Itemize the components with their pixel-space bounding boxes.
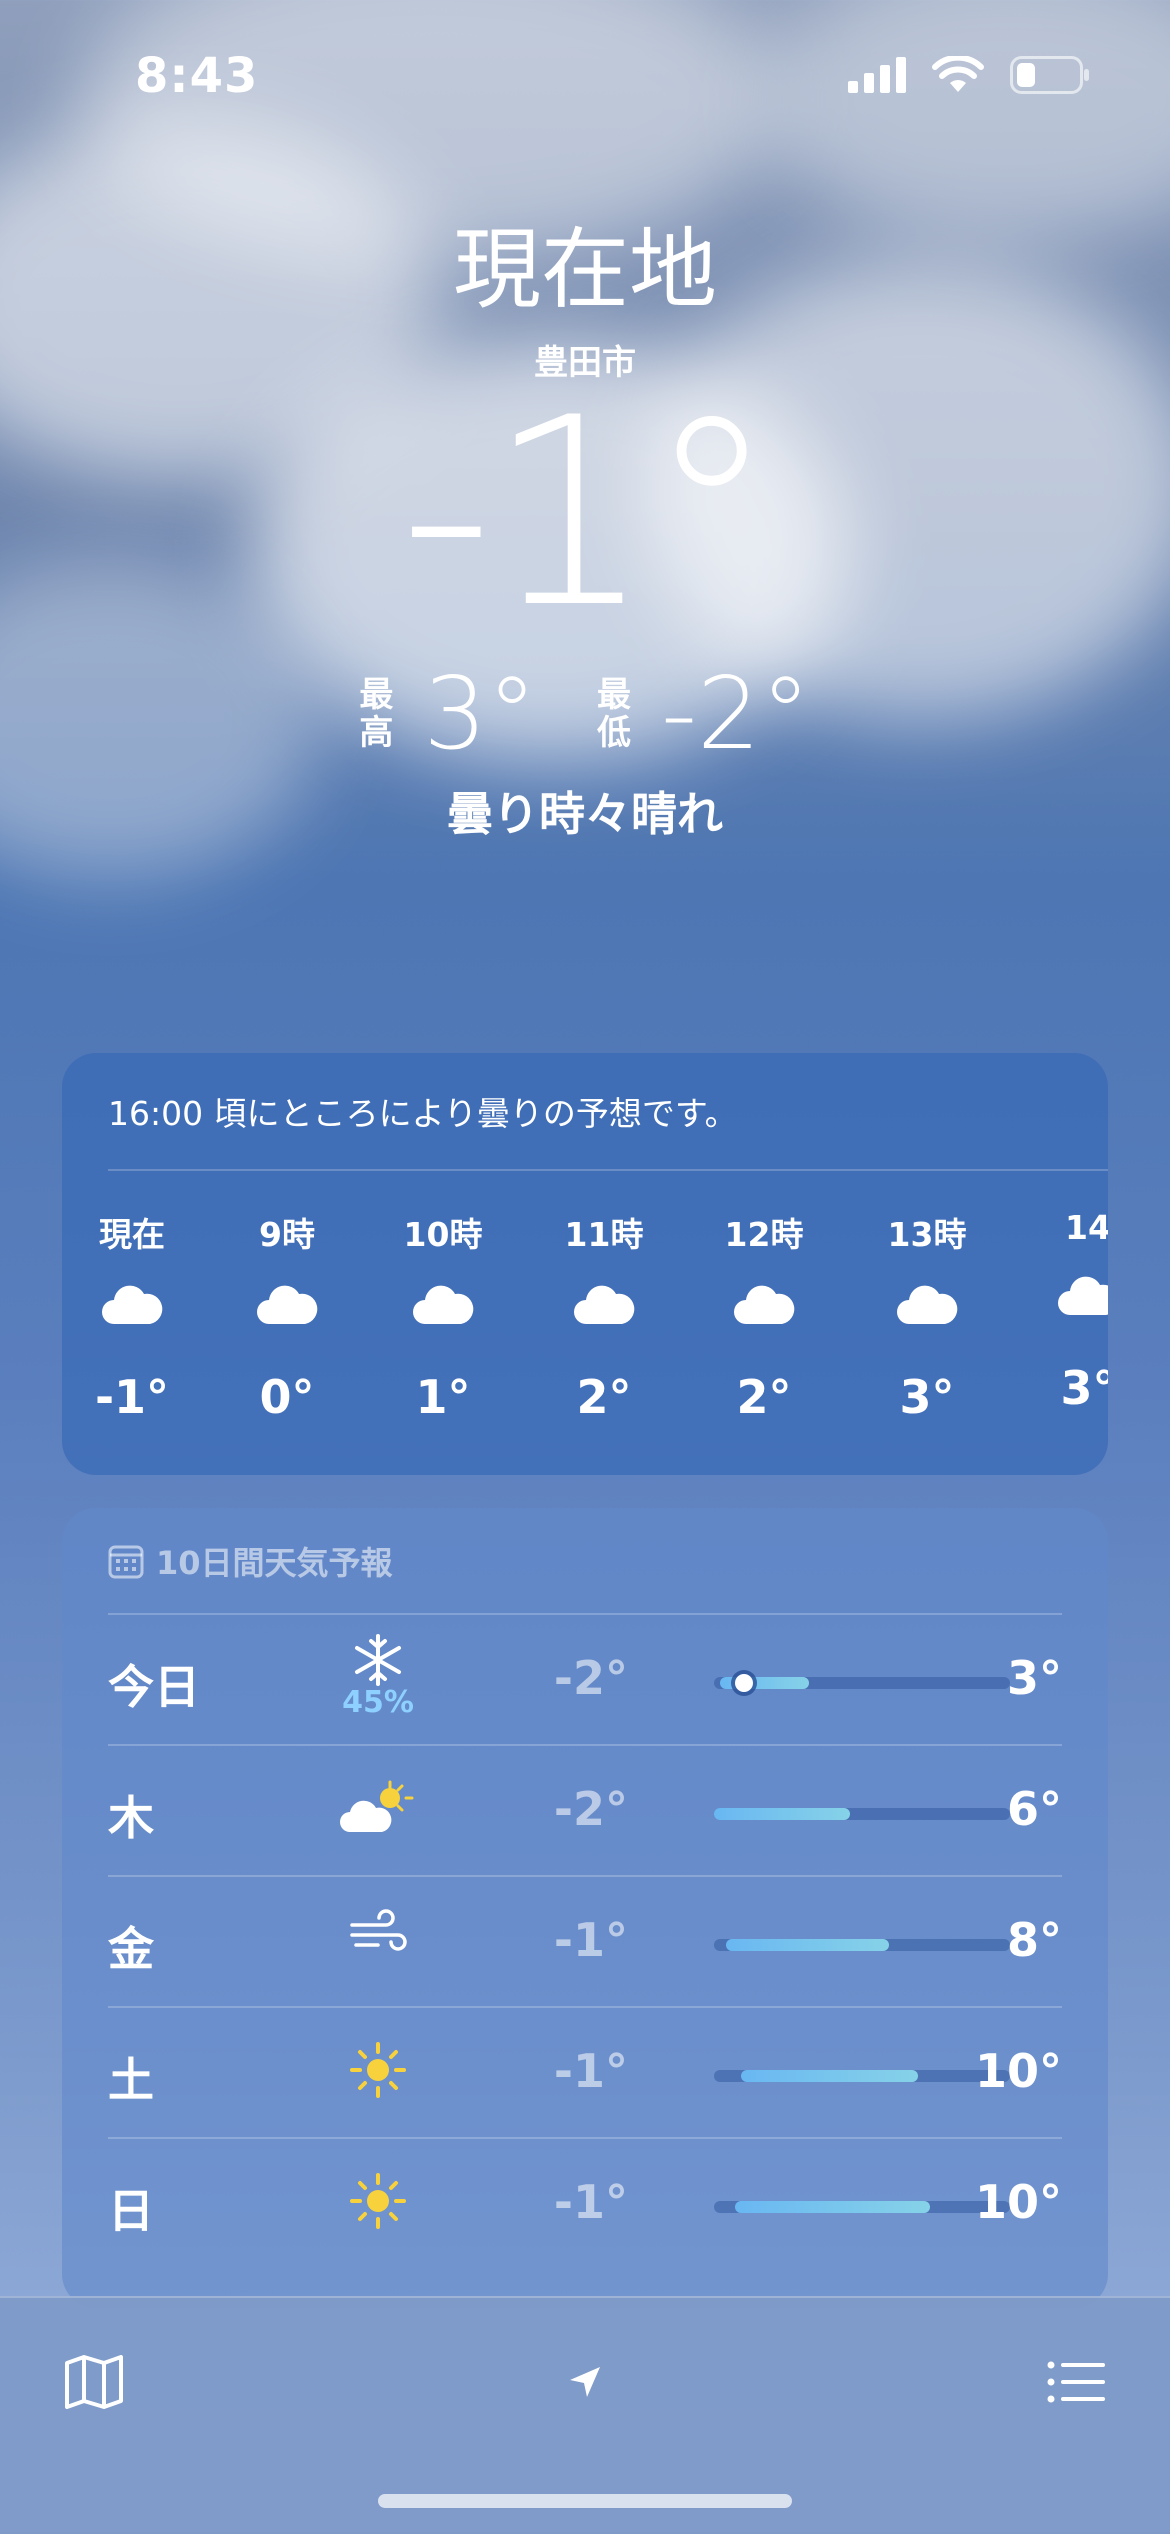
locations-list-button[interactable]	[1036, 2342, 1116, 2422]
hour-temperature: 3°	[1060, 1361, 1108, 1415]
temperature-range-bar	[714, 1674, 1010, 1692]
high-temperature: 3°	[423, 655, 537, 772]
temperature-range-bar	[714, 1939, 1010, 1951]
cloud-icon	[217, 1282, 357, 1342]
hourly-item: 10時 1°	[373, 1208, 513, 1424]
forecast-summary: 16:00 頃にところにより曇りの予想です。	[108, 1094, 738, 1133]
day-low: -1°	[553, 2044, 628, 2098]
cloud-icon	[694, 1282, 834, 1342]
current-weather-header: 現在地 豊田市 -1° 最 高 3° 最 低 -2° 曇り時々晴れ	[0, 215, 1170, 844]
hour-temperature: -1°	[94, 1370, 170, 1424]
day-high: 6°	[1006, 1782, 1062, 1836]
status-time: 8:43	[135, 48, 259, 104]
day-name: 土	[108, 2053, 154, 2107]
high-label: 最 高	[359, 675, 394, 753]
temperature-range-fill	[719, 1677, 809, 1689]
day-name: 木	[108, 1791, 154, 1845]
hourly-item: 14 3°	[1018, 1208, 1108, 1415]
day-high: 10°	[974, 2044, 1062, 2098]
day-name: 今日	[108, 1660, 200, 1714]
hourly-forecast-card[interactable]: 16:00 頃にところにより曇りの予想です。 現在 -1° 9時 0° 10時 1° 11時…	[62, 1053, 1108, 1475]
cloud-icon	[62, 1282, 202, 1342]
hour-temperature: 3°	[899, 1370, 955, 1424]
current-temperature: -1°	[399, 363, 776, 665]
hour-label: 9時	[259, 1215, 315, 1254]
hour-label: 14	[1065, 1208, 1108, 1247]
temperature-range-fill	[725, 1939, 889, 1951]
divider	[108, 1169, 1108, 1171]
status-icons	[848, 56, 1090, 94]
cellular-signal-icon	[848, 57, 906, 93]
hour-temperature: 2°	[736, 1370, 792, 1424]
day-low: -2°	[553, 1651, 628, 1705]
location-arrow-icon	[570, 2367, 600, 2397]
hour-label: 10時	[403, 1215, 483, 1254]
hour-temperature: 1°	[415, 1370, 471, 1424]
location-title: 現在地	[452, 218, 717, 321]
day-low: -1°	[553, 2175, 628, 2229]
high-low: 最 高 3° 最 低 -2°	[0, 664, 1170, 764]
hourly-item: 13時 3°	[857, 1208, 997, 1424]
hour-temperature: 0°	[259, 1370, 315, 1424]
day-high: 3°	[1006, 1651, 1062, 1705]
hourly-item: 12時 2°	[694, 1208, 834, 1424]
ten-day-title-label: 10日間天気予報	[156, 1544, 393, 1582]
cloud-icon	[373, 1282, 513, 1342]
hourly-item: 9時 0°	[217, 1208, 357, 1424]
ten-day-title: 10日間天気予報	[108, 1538, 393, 1584]
low-temperature: -2°	[660, 655, 811, 772]
daily-row[interactable]: 木 -2° 6°	[108, 1744, 1062, 1876]
temperature-range-fill	[740, 2070, 919, 2082]
day-high: 8°	[1006, 1913, 1062, 1967]
cloud-icon	[857, 1282, 997, 1342]
hour-label: 11時	[564, 1215, 644, 1254]
list-icon	[1047, 2361, 1105, 2403]
day-low: -1°	[553, 1913, 628, 1967]
day-low: -2°	[553, 1782, 628, 1836]
daily-row[interactable]: 今日 45% -2° 3°	[108, 1613, 1062, 1745]
home-indicator	[378, 2494, 792, 2508]
daily-row[interactable]: 日 -1° 10°	[108, 2137, 1062, 2269]
wifi-icon	[932, 56, 984, 92]
status-bar: 8:43	[0, 0, 1170, 150]
temperature-range-bar	[714, 2201, 1010, 2213]
hour-label: 12時	[724, 1215, 804, 1254]
current-location-button[interactable]	[545, 2342, 625, 2422]
temperature-range-fill	[734, 2201, 931, 2213]
battery-icon	[1010, 56, 1089, 94]
hour-temperature: 2°	[576, 1370, 632, 1424]
temperature-range-bar	[714, 1808, 1010, 1820]
day-name: 金	[108, 1922, 154, 1976]
calendar-icon	[108, 1545, 144, 1579]
temperature-range-bar	[714, 2070, 1010, 2082]
hour-label: 13時	[887, 1215, 967, 1254]
map-button[interactable]	[54, 2342, 134, 2422]
current-temperature-dot	[734, 1674, 753, 1692]
hour-label: 現在	[99, 1215, 165, 1254]
cloud-icon	[534, 1282, 674, 1342]
daily-row[interactable]: 金 -1° 8°	[108, 1875, 1062, 2007]
ten-day-forecast-card[interactable]: 10日間天気予報 今日 45% -2° 3° 木 -2° 6° 金 -1° 8° 土 -1° 10° 日 -…	[62, 1508, 1108, 2308]
map-icon	[65, 2355, 123, 2409]
hourly-item: 11時 2°	[534, 1208, 674, 1424]
temperature-range-fill	[714, 1808, 851, 1820]
daily-row[interactable]: 土 -1° 10°	[108, 2006, 1062, 2138]
day-high: 10°	[974, 2175, 1062, 2229]
hourly-item: 現在 -1°	[62, 1208, 202, 1424]
weather-condition: 曇り時々晴れ	[447, 787, 723, 841]
cloud-icon	[1018, 1273, 1108, 1333]
low-label: 最 低	[596, 675, 631, 753]
day-name: 日	[108, 2184, 154, 2238]
